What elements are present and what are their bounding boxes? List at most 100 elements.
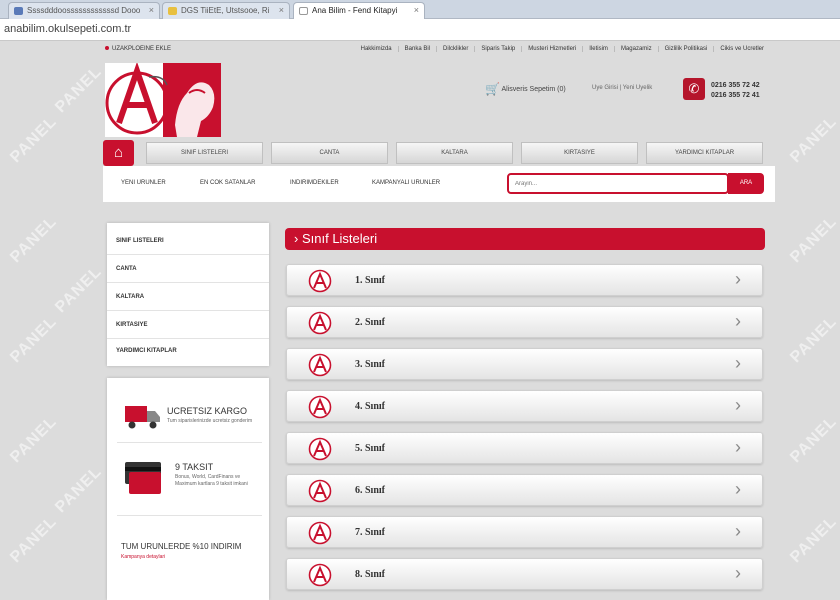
brand-logo-icon [308, 269, 332, 293]
page-icon [299, 7, 308, 15]
discount-promo: TUM URUNLERDE %10 INDIRIM Kampanya detay… [117, 538, 262, 578]
search-input[interactable] [507, 173, 729, 194]
browser-tab-2[interactable]: DGS TiiEtE, Utstsooe, Ri × [162, 2, 290, 19]
sidebar-item-kirtasiye[interactable]: KIRTASIYE [107, 311, 269, 339]
promo-text: Bonus, World, CardFinans ve Maximum kart… [175, 474, 248, 487]
watermark: PANEL [7, 513, 61, 567]
class-row[interactable]: 5. Sınıf › [286, 432, 763, 464]
watermark: PANEL [787, 113, 840, 167]
class-row[interactable]: 7. Sınıf › [286, 516, 763, 548]
tab-title: DGS TiiEtE, Utstsooe, Ri [181, 6, 270, 15]
tab-title: Ana Bilim - Fend Kitapyi [312, 6, 398, 15]
watermark: PANEL [787, 413, 840, 467]
chevron-right-icon: › [735, 353, 741, 373]
url-text[interactable]: anabilim.okulsepeti.com.tr [4, 23, 131, 35]
class-label: 8. Sınıf [355, 569, 386, 580]
class-label: 1. Sınıf [355, 275, 386, 286]
watermark: PANEL [787, 313, 840, 367]
browser-tab-1[interactable]: Ssssdddoossssssssssssd Dooo × [8, 2, 160, 19]
brand-logo-icon [308, 521, 332, 545]
phone-number-2: 0216 355 72 41 [711, 92, 760, 99]
chevron-right-icon: › [735, 311, 741, 331]
site-header: 🛒 Alisveris Sepetim (0) Uye Girisi | Yen… [105, 60, 775, 138]
promo-title: UCRETSIZ KARGO [167, 406, 248, 416]
cart-icon: 🛒 [485, 82, 500, 96]
chevron-right-icon: › [294, 231, 299, 246]
top-link[interactable]: Banka Bil [397, 46, 436, 52]
top-links-right: Hakkimizda Banka Bil Dilcklikler Siparis Ta… [355, 46, 770, 52]
main-nav: ⌂ SINIF LISTELERI CANTA KALTARA KIRTASIY… [103, 140, 775, 166]
class-row[interactable]: 3. Sınıf › [286, 348, 763, 380]
brand-logo-icon [308, 395, 332, 419]
top-link[interactable]: Cikis ve Ucretler [713, 46, 770, 52]
nav-item-yardimci-kitaplar[interactable]: YARDIMCI KITAPLAR [646, 142, 763, 164]
top-link[interactable]: Hakkimizda [355, 46, 398, 52]
top-link[interactable]: Siparis Takip [474, 46, 521, 52]
chevron-right-icon: › [735, 479, 741, 499]
credit-card-icon [125, 462, 161, 494]
top-link[interactable]: Gizlilik Politikasi [657, 46, 714, 52]
watermark: PANEL [52, 263, 106, 317]
watermark: PANEL [787, 213, 840, 267]
nav-item-kaltara[interactable]: KALTARA [396, 142, 513, 164]
brand-logo-icon [308, 563, 332, 587]
cart-link[interactable]: 🛒 Alisveris Sepetim (0) [485, 82, 566, 96]
promo-title: TUM URUNLERDE %10 INDIRIM [121, 542, 242, 551]
watermark: PANEL [7, 313, 61, 367]
bullet-icon [105, 46, 109, 51]
sub-nav: YENI URUNLER EN COK SATANLAR INDIRIMDEKI… [103, 166, 775, 202]
search-button[interactable]: ARA [728, 173, 764, 194]
promo-box: UCRETSIZ KARGO Tum siparislerinizde ucre… [107, 378, 269, 600]
sidebar-item-kaltara[interactable]: KALTARA [107, 283, 269, 311]
nav-item-canta[interactable]: CANTA [271, 142, 388, 164]
phone-icon: ✆ [683, 78, 705, 100]
sidebar-item-sinif-listeleri[interactable]: SINIF LISTELERI [107, 227, 269, 255]
subnav-best-sellers[interactable]: EN COK SATANLAR [200, 180, 255, 186]
subnav-discounted[interactable]: INDIRIMDEKILER [290, 180, 339, 186]
subnav-new-products[interactable]: YENI URUNLER [121, 180, 166, 186]
browser-tab-bar: Ssssdddoossssssssssssd Dooo × DGS TiiEtE… [0, 0, 840, 19]
close-icon[interactable]: × [279, 3, 284, 18]
close-icon[interactable]: × [149, 3, 154, 18]
free-shipping-promo: UCRETSIZ KARGO Tum siparislerinizde ucre… [117, 398, 262, 443]
sidebar-item-yardimci-kitaplar[interactable]: YARDIMCI KITAPLAR [107, 337, 269, 365]
browser-tab-3[interactable]: Ana Bilim - Fend Kitapyi × [293, 2, 425, 19]
top-link[interactable]: Iletisim [582, 46, 614, 52]
address-bar[interactable]: anabilim.okulsepeti.com.tr [0, 19, 840, 41]
promo-text: Kampanya detaylari [121, 554, 166, 560]
class-label: 3. Sınıf [355, 359, 386, 370]
watermark: PANEL [787, 513, 840, 567]
subnav-campaign[interactable]: KAMPANYALI URUNLER [372, 180, 440, 186]
watermark: PANEL [7, 113, 61, 167]
top-link[interactable]: Magazamiz [613, 46, 658, 52]
chevron-right-icon: › [735, 521, 741, 541]
top-link[interactable]: Dilcklikler [436, 46, 474, 52]
class-row[interactable]: 1. Sınıf › [286, 264, 763, 296]
truck-icon [125, 406, 160, 429]
brand-logo-icon [308, 311, 332, 335]
class-row[interactable]: 6. Sınıf › [286, 474, 763, 506]
page-icon [14, 7, 23, 15]
watermark: PANEL [7, 213, 61, 267]
sidebar-item-canta[interactable]: CANTA [107, 255, 269, 283]
home-button[interactable]: ⌂ [103, 140, 134, 166]
nav-item-sinif-listeleri[interactable]: SINIF LISTELERI [146, 142, 263, 164]
site-logo[interactable] [105, 63, 221, 137]
top-link[interactable]: Musteri Hizmetleri [521, 46, 582, 52]
class-row[interactable]: 4. Sınıf › [286, 390, 763, 422]
class-label: 5. Sınıf [355, 443, 386, 454]
class-row[interactable]: 8. Sınıf › [286, 558, 763, 590]
class-label: 2. Sınıf [355, 317, 386, 328]
class-label: 7. Sınıf [355, 527, 386, 538]
watermark: PANEL [52, 463, 106, 517]
top-links-bar: UZAKPLOEINE EKLE Hakkimizda Banka Bil Dilc… [105, 44, 770, 56]
class-row[interactable]: 2. Sınıf › [286, 306, 763, 338]
promo-text: Tum siparislerinizde ucretsiz gonderim [167, 418, 253, 424]
brand-logo-icon [308, 353, 332, 377]
close-icon[interactable]: × [414, 3, 419, 18]
add-to-favorites-link[interactable]: UZAKPLOEINE EKLE [105, 46, 171, 52]
chevron-right-icon: › [735, 563, 741, 583]
nav-item-kirtasiye[interactable]: KIRTASIYE [521, 142, 638, 164]
watermark: PANEL [7, 413, 61, 467]
login-link[interactable]: Uye Girisi | Yeni Uyelik [592, 85, 652, 91]
